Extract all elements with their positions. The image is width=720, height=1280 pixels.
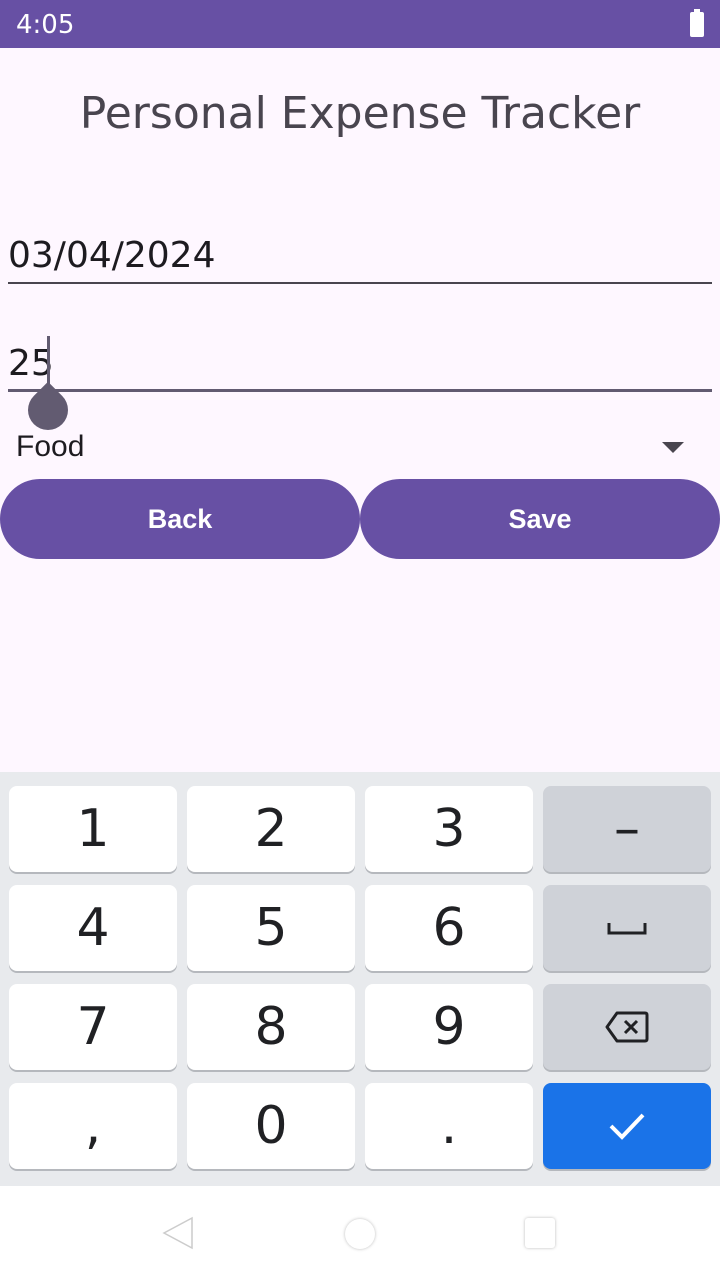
key-9[interactable]: 9 <box>365 984 533 1070</box>
key-0[interactable]: 0 <box>187 1083 355 1169</box>
key-6[interactable]: 6 <box>365 885 533 971</box>
category-dropdown[interactable]: Food <box>0 420 720 476</box>
key-space[interactable] <box>543 885 711 971</box>
key-7[interactable]: 7 <box>9 984 177 1070</box>
save-button[interactable]: Save <box>360 479 720 559</box>
key-period[interactable]: . <box>365 1083 533 1169</box>
key-comma[interactable]: , <box>9 1083 177 1169</box>
key-2[interactable]: 2 <box>187 786 355 872</box>
date-field-value: 03/04/2024 <box>8 235 216 276</box>
nav-home-icon[interactable] <box>345 1219 375 1249</box>
key-8[interactable]: 8 <box>187 984 355 1070</box>
key-minus[interactable]: – <box>543 786 711 872</box>
page-title: Personal Expense Tracker <box>79 88 641 139</box>
key-done[interactable] <box>543 1083 711 1169</box>
key-backspace[interactable] <box>543 984 711 1070</box>
battery-icon <box>690 9 704 37</box>
dropdown-arrow-icon <box>662 442 684 453</box>
key-4[interactable]: 4 <box>9 885 177 971</box>
status-bar: 4:05 <box>0 0 720 48</box>
text-cursor <box>47 336 50 386</box>
space-icon <box>607 923 647 935</box>
amount-field[interactable]: 25 <box>8 336 712 392</box>
checkmark-icon <box>609 1113 645 1140</box>
key-3[interactable]: 3 <box>365 786 533 872</box>
navigation-bar <box>0 1186 720 1280</box>
status-time: 4:05 <box>16 10 75 40</box>
key-5[interactable]: 5 <box>187 885 355 971</box>
key-1[interactable]: 1 <box>9 786 177 872</box>
category-dropdown-value: Food <box>16 430 85 463</box>
nav-recents-icon[interactable] <box>525 1218 555 1248</box>
backspace-icon <box>605 1011 649 1043</box>
nav-back-icon[interactable] <box>162 1216 194 1250</box>
numeric-keyboard: 1 2 3 – 4 5 6 7 8 9 , 0 . <box>0 772 720 1186</box>
date-field[interactable]: 03/04/2024 <box>8 232 712 284</box>
back-button[interactable]: Back <box>0 479 360 559</box>
